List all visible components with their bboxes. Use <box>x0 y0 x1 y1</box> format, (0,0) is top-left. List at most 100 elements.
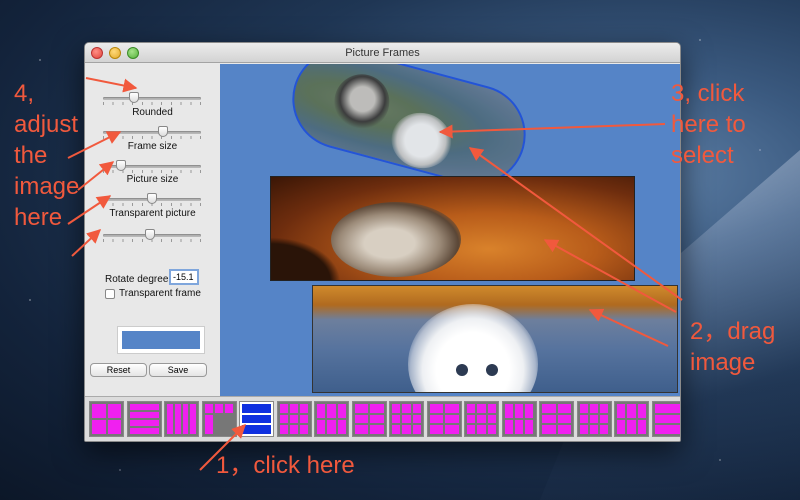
zoom-window-button[interactable] <box>127 47 139 59</box>
frame-canvas[interactable] <box>220 64 680 396</box>
frame-cell <box>412 404 421 413</box>
frame-cell <box>402 414 411 424</box>
frame-layout-button[interactable] <box>164 401 199 437</box>
frame-cell <box>279 414 288 424</box>
minimize-window-button[interactable] <box>109 47 121 59</box>
frame-cell <box>204 404 213 414</box>
frame-cell <box>300 414 309 424</box>
frame-layout-button[interactable] <box>389 401 424 437</box>
frame-cell <box>467 404 476 413</box>
slider-knob[interactable] <box>147 193 157 204</box>
picture-size-label: Picture size <box>126 174 179 185</box>
kitten-eye <box>486 364 498 376</box>
frame-cell <box>542 404 556 413</box>
picture-size-slider[interactable] <box>103 160 201 173</box>
rotate-slider[interactable] <box>103 229 201 242</box>
transparent-frame-row[interactable]: Transparent frame <box>105 288 201 299</box>
frame-cell <box>225 404 234 414</box>
frame-cell <box>514 420 524 434</box>
frame-cell <box>467 425 476 434</box>
frame-cell <box>627 404 636 418</box>
rounded-slider[interactable] <box>103 92 201 105</box>
sleeping-kitten-photo[interactable] <box>270 176 635 281</box>
frame-cell <box>242 425 271 434</box>
frame-layout-button[interactable] <box>614 401 649 437</box>
slider-knob[interactable] <box>116 160 126 171</box>
slider-knob[interactable] <box>158 126 168 137</box>
frame-size-label: Frame size <box>127 141 178 152</box>
frame-cell <box>370 404 384 413</box>
frame-cell <box>589 414 599 424</box>
dog-photo <box>385 106 458 175</box>
cat-photo <box>328 68 396 136</box>
frame-cell <box>557 404 571 413</box>
frame-cell <box>445 425 459 434</box>
frame-cell <box>589 425 599 434</box>
slider-knob[interactable] <box>145 229 155 240</box>
frame-cell <box>412 425 421 434</box>
frame-layout-button[interactable] <box>89 401 124 437</box>
frame-cell <box>317 420 326 434</box>
frame-cell <box>289 425 299 434</box>
frame-cell <box>129 428 159 434</box>
controls-sidebar: Rounded Frame size Picture size Transpar… <box>85 64 220 396</box>
frame-layout-button[interactable] <box>426 401 462 437</box>
frame-size-slider[interactable] <box>103 126 201 139</box>
frame-layout-button[interactable] <box>576 401 612 437</box>
frame-layout-button[interactable] <box>201 401 237 437</box>
frame-cell <box>107 420 121 434</box>
transparent-frame-checkbox[interactable] <box>105 288 115 299</box>
frame-cell <box>504 404 513 418</box>
frame-cell <box>289 414 299 424</box>
slider-knob[interactable] <box>129 92 139 103</box>
frame-cell <box>370 425 384 434</box>
frame-cell <box>279 425 288 434</box>
frame-layout-button[interactable] <box>314 401 349 437</box>
frame-cell <box>579 425 588 434</box>
frame-cell <box>107 404 121 418</box>
frame-layout-button[interactable] <box>539 401 574 437</box>
close-window-button[interactable] <box>91 47 103 59</box>
rotate-degree-label: Rotate degree <box>105 274 169 285</box>
frame-cell <box>242 414 271 424</box>
frame-cell <box>402 425 411 434</box>
reset-button[interactable]: Reset <box>90 363 147 377</box>
frame-cell <box>654 404 680 413</box>
save-button[interactable]: Save <box>149 363 207 377</box>
frame-cell <box>627 420 636 434</box>
frame-cell <box>337 404 346 418</box>
transparent-picture-slider[interactable] <box>103 193 201 206</box>
frame-cell <box>300 404 309 413</box>
frame-layout-button[interactable] <box>126 401 162 437</box>
frame-cell <box>190 404 196 434</box>
annotation-step-1: 1，click here <box>216 452 355 479</box>
frame-layout-button[interactable] <box>464 401 499 437</box>
frame-layout-button[interactable] <box>239 401 274 437</box>
frame-cell <box>514 404 524 418</box>
frame-color-well[interactable] <box>117 326 205 354</box>
frame-layout-button[interactable] <box>276 401 312 437</box>
rounded-label: Rounded <box>132 107 173 118</box>
frame-cell <box>129 412 159 418</box>
window-title: Picture Frames <box>345 47 420 59</box>
frame-cell <box>92 420 106 434</box>
rotate-degree-input[interactable] <box>169 269 199 285</box>
white-kitten-photo[interactable] <box>312 285 678 393</box>
frame-cell <box>637 420 646 434</box>
title-bar[interactable]: Picture Frames <box>85 43 680 63</box>
frame-layout-strip <box>85 396 680 441</box>
frame-cell <box>174 404 181 434</box>
frame-cell <box>429 414 443 424</box>
frame-cell <box>579 414 588 424</box>
frame-cell <box>167 404 173 434</box>
frame-cell <box>182 404 189 434</box>
frame-cell <box>317 404 326 418</box>
frame-cell <box>429 425 443 434</box>
frame-layout-button[interactable] <box>501 401 537 437</box>
frame-cell <box>467 414 476 424</box>
frame-layout-button[interactable] <box>651 401 680 437</box>
frame-cell <box>214 404 224 414</box>
frame-cell <box>204 415 213 434</box>
frame-layout-button[interactable] <box>351 401 387 437</box>
frame-cell <box>242 404 271 413</box>
